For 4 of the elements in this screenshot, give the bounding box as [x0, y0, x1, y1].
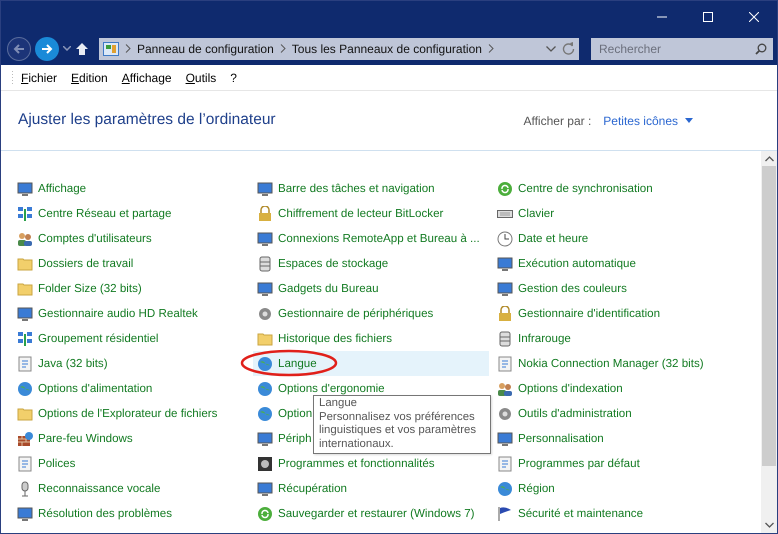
view-by-label: Afficher par :	[523, 112, 592, 130]
page-title: Ajuster les paramètres de l’ordinateur	[18, 111, 276, 130]
tooltip-text: Personnalisez vos préférences linguistiques et vos paramètres internationaux.	[319, 410, 478, 451]
tooltip-title: Langue	[319, 397, 358, 410]
